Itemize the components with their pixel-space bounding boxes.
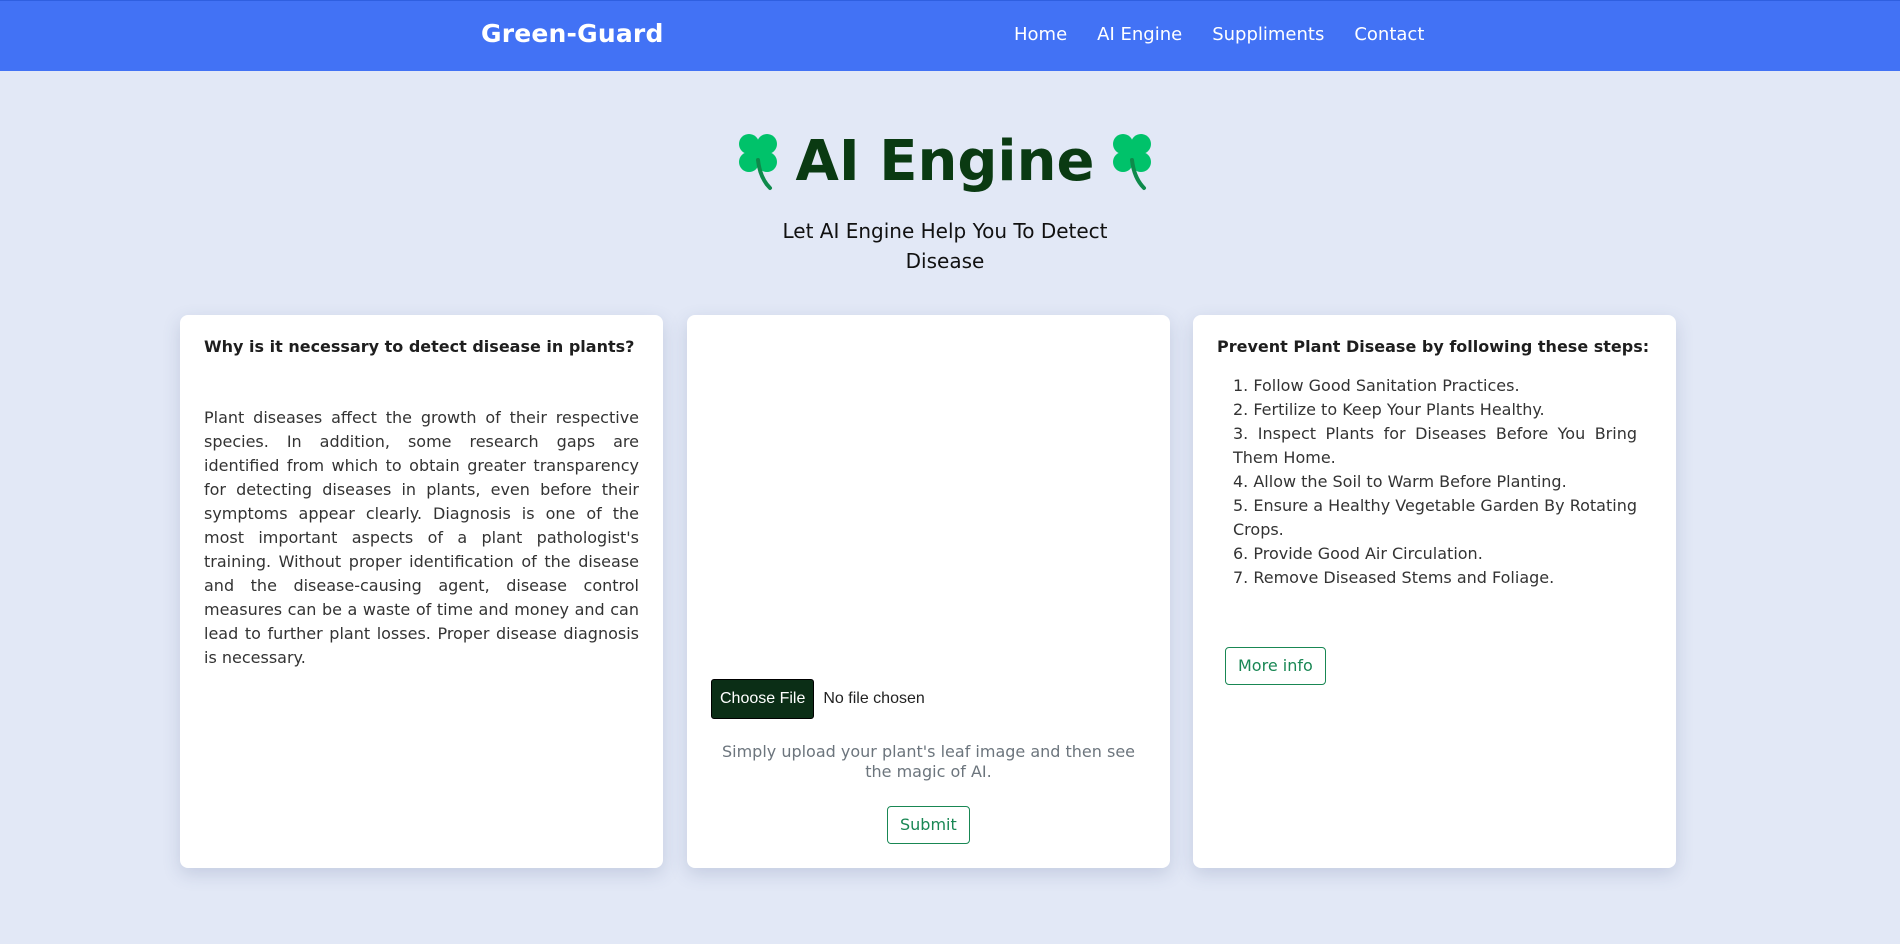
page-subtitle: Let AI Engine Help You To Detect Disease	[782, 219, 1108, 273]
nav-link-suppliments[interactable]: Suppliments	[1212, 24, 1324, 45]
file-status-text: No file chosen	[823, 690, 925, 707]
list-item: 2. Fertilize to Keep Your Plants Healthy…	[1233, 400, 1545, 419]
info-card-body: Plant diseases affect the growth of thei…	[204, 408, 639, 667]
info-card-heading: Why is it necessary to detect disease in…	[204, 337, 635, 356]
list-item: 4. Allow the Soil to Warm Before Plantin…	[1233, 472, 1567, 491]
list-item: 1. Follow Good Sanitation Practices.	[1233, 376, 1520, 395]
nav-link-ai-engine[interactable]: AI Engine	[1097, 24, 1182, 45]
prevention-card: Prevent Plant Disease by following these…	[1193, 315, 1676, 868]
choose-file-button[interactable]: Choose File	[711, 679, 815, 719]
submit-button[interactable]: Submit	[887, 806, 970, 844]
prevention-card-heading: Prevent Plant Disease by following these…	[1217, 337, 1650, 356]
file-input[interactable]: Choose File No file chosen	[711, 679, 925, 719]
list-item: 6. Provide Good Air Circulation.	[1233, 544, 1483, 563]
list-item: 7. Remove Diseased Stems and Foliage.	[1233, 568, 1555, 587]
list-item: 5. Ensure a Healthy Vegetable Garden By …	[1233, 496, 1637, 539]
upload-hint: Simply upload your plant's leaf image an…	[721, 742, 1136, 781]
four-leaf-clover-icon	[738, 134, 777, 190]
four-leaf-clover-icon	[1113, 134, 1152, 190]
navbar: Green-Guard Home AI Engine Suppliments C…	[0, 0, 1900, 71]
nav-link-contact[interactable]: Contact	[1354, 24, 1424, 45]
upload-card: Choose File No file chosen Simply upload…	[687, 315, 1170, 868]
page-title: AI Engine	[0, 120, 1890, 202]
brand-logo[interactable]: Green-Guard	[481, 19, 664, 48]
hero: AI Engine Let AI Engine Help You To Dete…	[0, 120, 1890, 276]
page-title-text: AI Engine	[795, 128, 1095, 194]
nav-links: Home AI Engine Suppliments Contact	[1014, 24, 1424, 45]
prevention-steps-list: 1. Follow Good Sanitation Practices. 2. …	[1233, 374, 1637, 590]
info-card: Why is it necessary to detect disease in…	[180, 315, 663, 868]
more-info-button[interactable]: More info	[1225, 647, 1326, 685]
nav-link-home[interactable]: Home	[1014, 24, 1067, 45]
list-item: 3. Inspect Plants for Diseases Before Yo…	[1233, 424, 1637, 467]
